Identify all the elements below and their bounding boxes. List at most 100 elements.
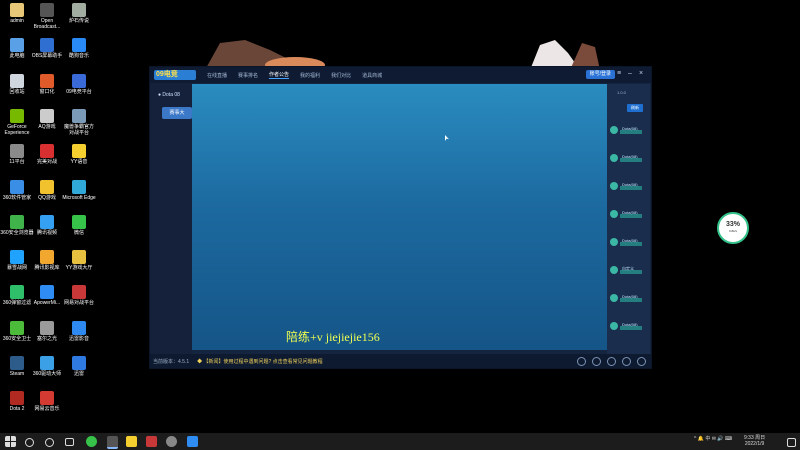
taskbar-app-dota-icon[interactable] <box>146 436 157 447</box>
windows-start-icon[interactable] <box>5 436 16 447</box>
desktop-shortcut[interactable]: 360弹窗过滤 <box>0 285 34 306</box>
player-list-item[interactable]: Dota(08) <box>610 292 646 304</box>
player-list-item[interactable]: Dota(08) <box>610 320 646 332</box>
desktop-shortcut[interactable]: OBS屏幕助手 <box>30 38 64 59</box>
player-avatar-icon <box>610 126 618 134</box>
player-list-item[interactable]: Dota(08) <box>610 124 646 136</box>
desktop-shortcut[interactable]: YY语音 <box>62 144 96 165</box>
taskbar-app-yy-icon[interactable] <box>126 436 137 447</box>
desktop-shortcut-label: 网易云音乐 <box>34 406 60 413</box>
status-version: 当前版本：4.5.1 <box>153 358 190 365</box>
notification-icon[interactable] <box>787 438 796 447</box>
desktop-shortcut[interactable]: 腾讯视频 <box>30 214 64 236</box>
close-icon[interactable]: × <box>637 70 645 78</box>
desktop-shortcut[interactable]: 360安全浏览器 <box>0 214 34 236</box>
system-tray[interactable]: ^ 🔔 中 ✉ 🔊 ⌨ <box>694 435 732 442</box>
tab-shop[interactable]: 道具商城 <box>362 72 382 79</box>
tab-announcement[interactable]: 作者公告 <box>269 71 290 79</box>
player-status-bar <box>620 326 642 330</box>
desktop-shortcut[interactable]: GeForce Experience <box>0 108 34 136</box>
app-icon <box>72 179 86 194</box>
desktop-shortcut[interactable]: 腾讯影视库 <box>30 250 64 271</box>
desktop-shortcut[interactable]: 此电脑 <box>0 38 34 59</box>
desktop-shortcut[interactable]: Microsoft Edge <box>62 179 96 201</box>
desktop-shortcut[interactable]: 11平台 <box>0 144 34 165</box>
app-icon <box>72 250 86 265</box>
app-icon <box>40 3 54 17</box>
desktop-shortcut[interactable]: YY游戏大厅 <box>62 250 96 271</box>
tab-ranking[interactable]: 赛事排名 <box>238 72 258 79</box>
task-view-icon[interactable] <box>65 438 74 446</box>
login-button[interactable]: 账号/登录 <box>585 70 615 79</box>
app-icon <box>40 144 54 159</box>
player-avatar-icon <box>610 294 618 302</box>
desktop-shortcut[interactable]: 360驱动大师 <box>30 356 64 377</box>
tab-compare[interactable]: 我们对比 <box>331 72 351 79</box>
desktop-shortcut[interactable]: 暴雪战网 <box>0 250 34 271</box>
desktop-shortcut-label: 迅雷 <box>73 371 84 377</box>
search-icon[interactable] <box>25 438 34 447</box>
desktop-shortcut[interactable]: admin <box>0 3 34 24</box>
minimize-icon[interactable]: – <box>626 70 634 78</box>
desktop-shortcut[interactable]: 09电竞平台 <box>62 73 96 95</box>
status-icon-3[interactable] <box>607 357 616 366</box>
desktop-shortcut[interactable]: Dota 2 <box>0 391 34 412</box>
taskbar: ^ 🔔 中 ✉ 🔊 ⌨ 9:33 周日 2022/1/9 <box>0 433 800 450</box>
desktop-shortcut[interactable]: 360安全卫士 <box>0 320 34 342</box>
desktop-shortcut[interactable]: 酷狗音乐 <box>62 38 96 59</box>
tab-live[interactable]: 在线直播 <box>207 72 227 79</box>
player-list-item[interactable]: Dota(08) <box>610 236 646 248</box>
version-label: 1.0.0 <box>617 90 626 95</box>
taskbar-app-obs-icon[interactable] <box>107 436 118 449</box>
desktop-shortcut[interactable]: QQ游戏 <box>30 179 64 201</box>
desktop-shortcut[interactable]: ApowerMi... <box>30 285 64 306</box>
desktop-shortcut[interactable]: 完美对战 <box>30 144 64 165</box>
app-icon <box>40 320 54 335</box>
app-icon <box>10 320 24 335</box>
desktop-shortcut[interactable]: 360软件管家 <box>0 179 34 201</box>
app-icon <box>10 250 24 265</box>
cortana-icon[interactable] <box>45 438 54 447</box>
main-content-area[interactable]: 陪练+v jiejiejie156 <box>192 84 607 350</box>
player-status-bar <box>620 130 642 134</box>
app-icon <box>72 108 86 123</box>
app-icon <box>72 320 86 335</box>
desktop-shortcut[interactable]: 网易对战平台 <box>62 285 96 306</box>
desktop-shortcut-label: 迅雷影音 <box>68 335 89 342</box>
taskbar-app-fan-icon[interactable] <box>166 436 177 447</box>
menu-icon[interactable]: ≡ <box>615 70 623 78</box>
tab-welfare[interactable]: 我的福利 <box>300 72 320 79</box>
player-list-item[interactable]: 自定义 <box>610 264 646 276</box>
gauge-value: 33% <box>725 221 740 228</box>
taskbar-clock[interactable]: 9:33 周日 2022/1/9 <box>744 435 765 447</box>
desktop-shortcut[interactable]: 迅雷影音 <box>62 320 96 342</box>
desktop-shortcut[interactable]: 炉石传说 <box>62 3 96 24</box>
status-icon-4[interactable] <box>622 357 631 366</box>
left-panel-banner[interactable]: 赛事大 <box>162 107 192 119</box>
network-speed-gauge[interactable]: 33% 0.8k/s <box>717 212 749 244</box>
taskbar-app-360-icon[interactable] <box>86 436 97 447</box>
player-list-item[interactable]: Dota(08) <box>610 208 646 220</box>
desktop-shortcut[interactable]: AQ游戏 <box>30 108 64 130</box>
app-icon <box>10 179 24 194</box>
app-icon <box>10 108 24 123</box>
desktop-shortcut[interactable]: 网易云音乐 <box>30 391 64 412</box>
desktop-shortcut[interactable]: Steam <box>0 356 34 377</box>
app-icon <box>40 214 54 229</box>
refresh-button[interactable]: 刷新 <box>627 104 643 112</box>
desktop-shortcut[interactable]: 迅雷 <box>62 356 96 377</box>
desktop-shortcut[interactable]: 回收站 <box>0 73 34 95</box>
status-icon-2[interactable] <box>592 357 601 366</box>
status-news-link[interactable]: ◆ 【新闻】使用过程中遇到问题? 点击查看常见问题教程 <box>197 358 323 365</box>
player-list-item[interactable]: Dota(08) <box>610 180 646 192</box>
desktop-shortcut[interactable]: 魔兽争霸官方对战平台 <box>62 108 96 136</box>
desktop-shortcut[interactable]: 窗口化 <box>30 73 64 95</box>
desktop-shortcut[interactable]: 塞尔之光 <box>30 320 64 342</box>
desktop-shortcut-label: AQ游戏 <box>38 123 56 130</box>
desktop-shortcut[interactable]: 微信 <box>62 214 96 236</box>
player-list-item[interactable]: Dota(08) <box>610 152 646 164</box>
taskbar-app-09-icon[interactable] <box>187 436 198 447</box>
desktop-shortcut[interactable]: Open Broadcast... <box>30 3 64 30</box>
status-icon-1[interactable] <box>577 357 586 366</box>
status-icon-5[interactable] <box>637 357 646 366</box>
